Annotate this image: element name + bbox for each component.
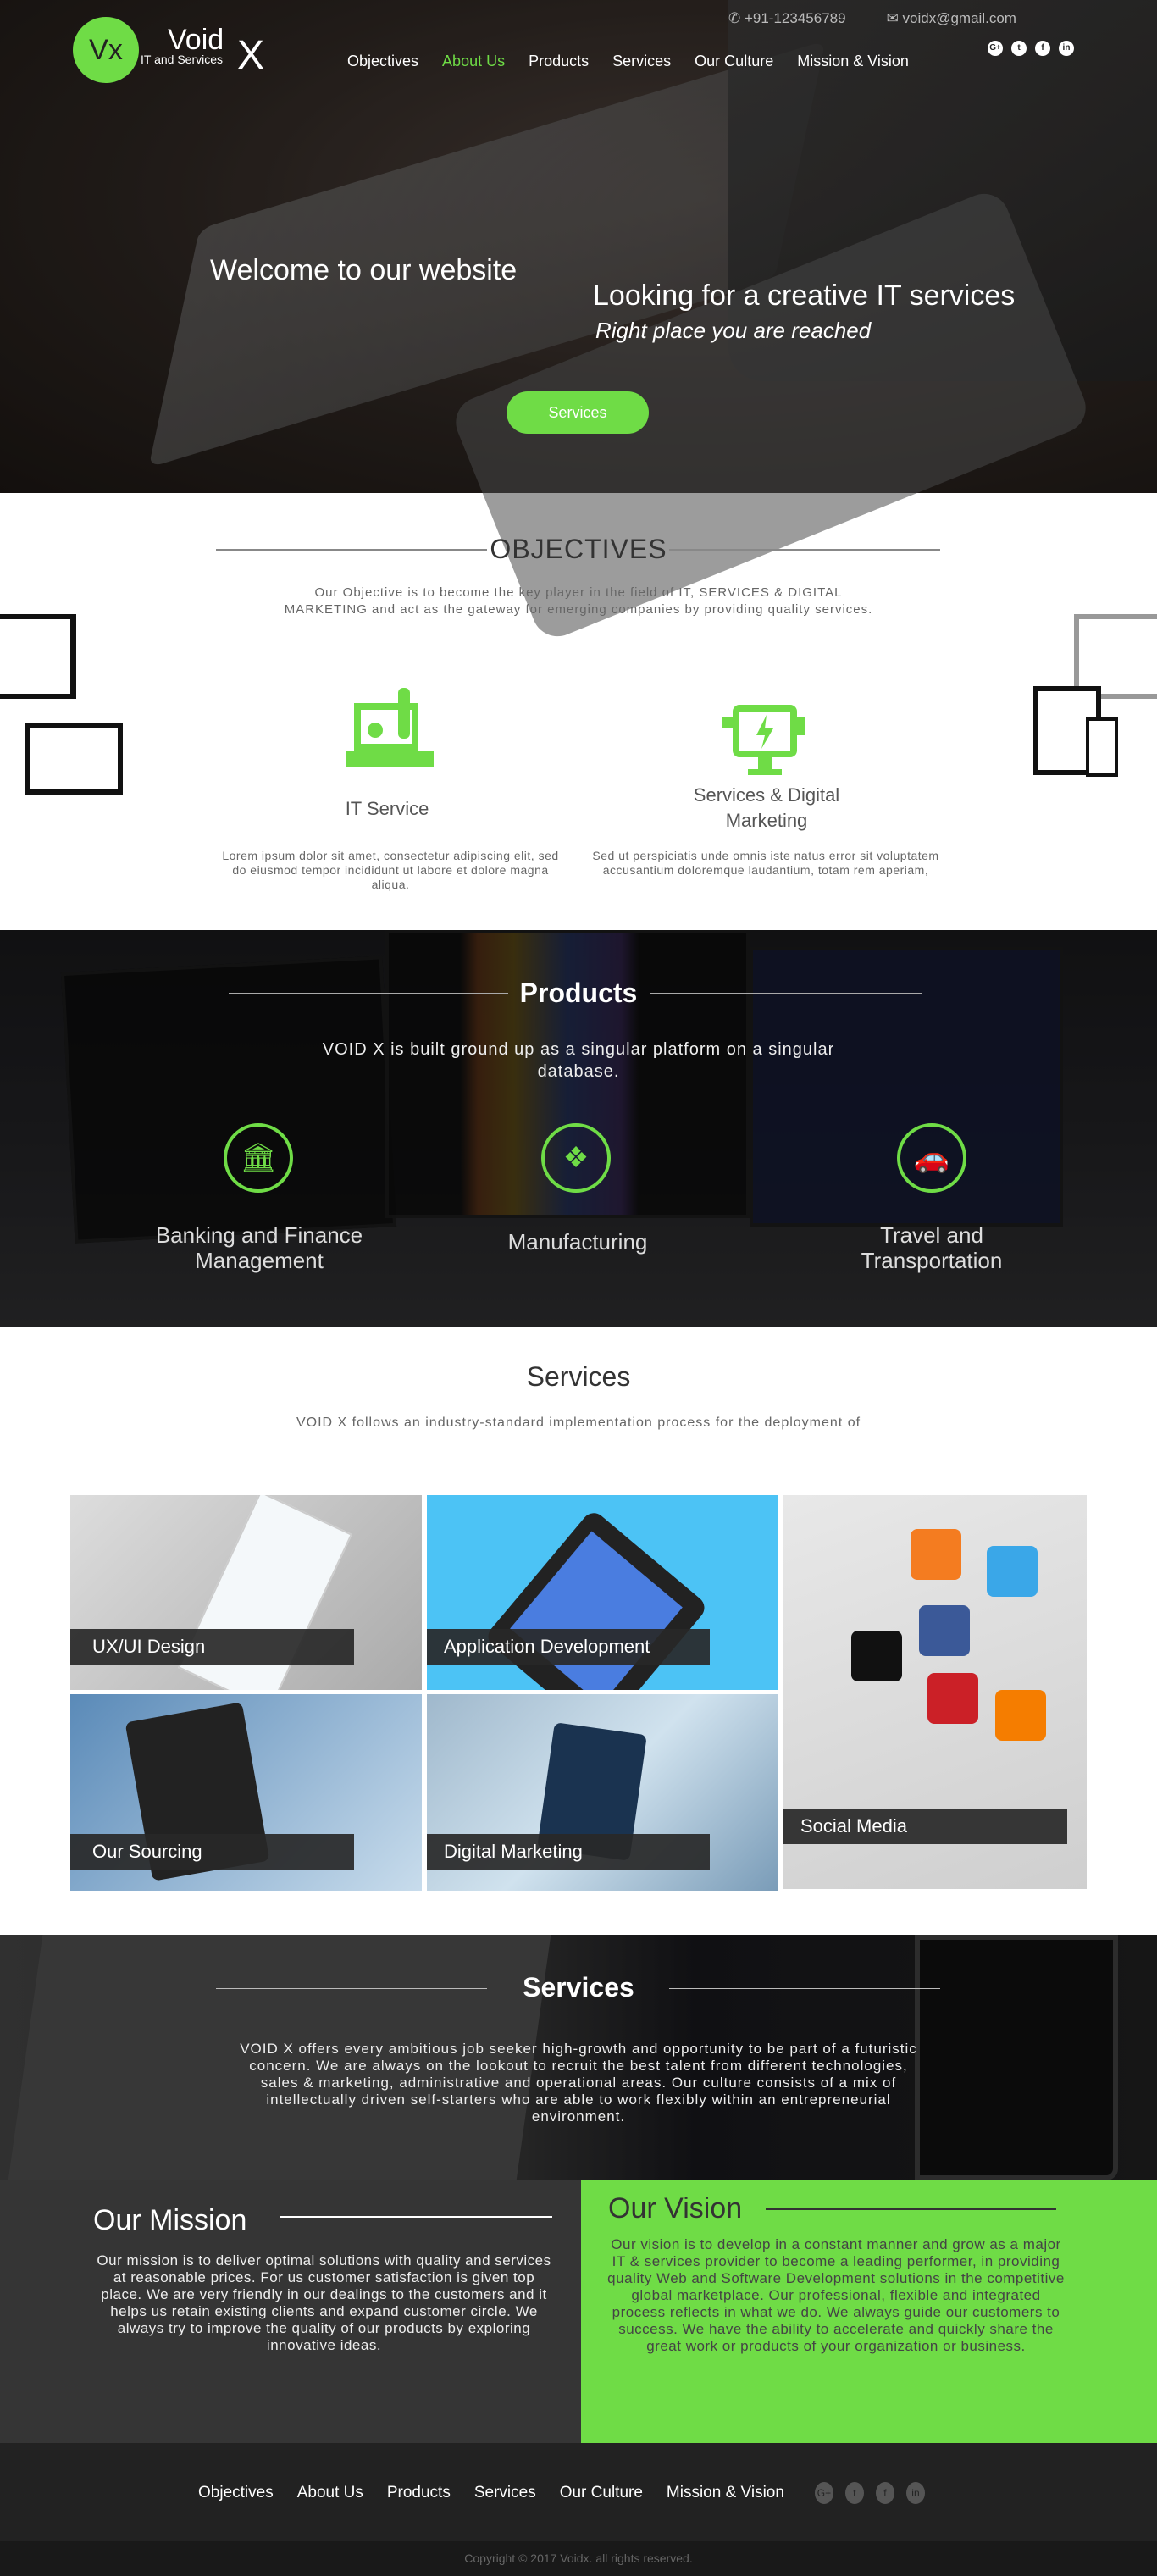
phone-icon: ✆	[728, 10, 745, 26]
footer-nav-about-us[interactable]: About Us	[297, 2484, 363, 2502]
logo-x: X	[237, 33, 265, 78]
nav-our-culture[interactable]: Our Culture	[695, 53, 773, 70]
service-tile-digital-marketing[interactable]: Digital Marketing	[427, 1694, 778, 1891]
nav-about-us[interactable]: About Us	[442, 53, 505, 70]
bank-icon: 🏛	[224, 1123, 293, 1193]
car-icon: 🚗	[897, 1123, 966, 1193]
footer-nav-services[interactable]: Services	[474, 2484, 536, 2502]
linkedin-icon[interactable]: in	[1059, 41, 1074, 56]
cubes-icon: ❖	[541, 1123, 611, 1193]
nav-objectives[interactable]: Objectives	[347, 53, 418, 70]
products-title: Products	[519, 978, 638, 1008]
mission-text: Our mission is to deliver optimal soluti…	[97, 2252, 551, 2353]
product-travel-transportation[interactable]: Travel and Transportation	[796, 1222, 1067, 1273]
services-section: Services VOID X follows an industry-stan…	[0, 1327, 1157, 1935]
twitter-icon[interactable]: t	[1011, 41, 1027, 56]
mission-title: Our Mission	[93, 2204, 247, 2236]
culture-heading: Services	[0, 1972, 1157, 2003]
tablet-phone-device-image	[1033, 614, 1157, 784]
mail-icon: ✉	[886, 10, 903, 26]
vision-divider	[766, 2208, 1056, 2210]
objective-title-it-service: IT Service	[345, 798, 429, 819]
service-tile-our-sourcing[interactable]: Our Sourcing	[70, 1694, 422, 1891]
objectives-intro: Our Objective is to become the key playe…	[284, 585, 873, 617]
services-title: Services	[526, 1361, 631, 1392]
products-heading: Products	[0, 978, 1157, 1009]
desktop-device-image	[0, 614, 123, 795]
product-banking-finance[interactable]: Banking and Finance Management	[124, 1222, 395, 1273]
products-section: Products VOID X is built ground up as a …	[0, 930, 1157, 1327]
objective-title-digital-marketing: Services & Digital Marketing	[693, 784, 840, 831]
monitor-cart-mail-icon	[722, 705, 807, 777]
vision-text: Our vision is to develop in a constant m…	[607, 2236, 1065, 2354]
footer-nav-our-culture[interactable]: Our Culture	[560, 2484, 643, 2502]
services-heading: Services	[0, 1361, 1157, 1393]
footer: Objectives About Us Products Services Ou…	[0, 2443, 1157, 2541]
contact-bar: ✆ +91-123456789 ✉ voidx@gmail.com	[728, 10, 1016, 27]
nav-products[interactable]: Products	[529, 53, 589, 70]
linkedin-icon[interactable]: in	[905, 2482, 925, 2504]
footer-nav-products[interactable]: Products	[387, 2484, 451, 2502]
objective-text-digital-marketing: Sed ut perspiciatis unde omnis iste natu…	[592, 849, 939, 877]
nav-mission-vision[interactable]: Mission & Vision	[797, 53, 909, 70]
hero-headline: Looking for a creative IT services	[593, 280, 1016, 312]
hero-services-button[interactable]: Services	[507, 391, 649, 434]
facebook-icon[interactable]: f	[1035, 41, 1050, 56]
phone: ✆ +91-123456789	[728, 10, 846, 26]
main-nav: Objectives About Us Products Services Ou…	[347, 53, 909, 70]
products-intro: VOID X is built ground up as a singular …	[322, 1040, 835, 1081]
culture-text: VOID X offers every ambitious job seeker…	[240, 2041, 917, 2125]
service-tile-app-development[interactable]: Application Development	[427, 1495, 778, 1690]
header-socials: G+ t f in	[988, 41, 1074, 56]
google-plus-icon[interactable]: G+	[814, 2482, 833, 2504]
laptop-wrench-icon	[346, 688, 434, 769]
service-tile-social-media[interactable]: Social Media	[783, 1495, 1087, 1889]
email[interactable]: ✉ voidx@gmail.com	[887, 10, 1016, 27]
service-tile-ux-ui[interactable]: UX/UI Design	[70, 1495, 422, 1690]
vision-title: Our Vision	[608, 2192, 743, 2224]
product-manufacturing[interactable]: Manufacturing	[442, 1229, 713, 1255]
culture-section: Services VOID X offers every ambitious j…	[0, 1935, 1157, 2180]
objective-text-it-service: Lorem ipsum dolor sit amet, consectetur …	[222, 849, 559, 891]
hero-welcome: Welcome to our website	[210, 254, 518, 286]
objectives-title: OBJECTIVES	[490, 534, 667, 564]
culture-title: Services	[523, 1972, 634, 2003]
copyright: Copyright © 2017 Voidx. all rights reser…	[0, 2541, 1157, 2576]
hero-section: Vx Void IT and Services X ✆ +91-12345678…	[0, 0, 1157, 645]
twitter-icon[interactable]: t	[844, 2482, 864, 2504]
mission-divider	[280, 2216, 552, 2218]
footer-nav-objectives[interactable]: Objectives	[198, 2484, 274, 2502]
footer-nav-mission-vision[interactable]: Mission & Vision	[667, 2484, 784, 2502]
logo-mark: Vx	[73, 17, 139, 83]
objectives-section: OBJECTIVES Our Objective is to become th…	[0, 493, 1157, 930]
footer-nav: Objectives About Us Products Services Ou…	[198, 2482, 925, 2504]
nav-services[interactable]: Services	[612, 53, 671, 70]
google-plus-icon[interactable]: G+	[988, 41, 1003, 56]
logo-tagline: IT and Services	[141, 53, 224, 66]
services-intro: VOID X follows an industry-standard impl…	[296, 1415, 861, 1430]
facebook-icon[interactable]: f	[875, 2482, 894, 2504]
vision-panel: Our Vision Our vision is to develop in a…	[581, 2180, 1157, 2443]
objectives-heading: OBJECTIVES	[0, 534, 1157, 565]
hero-subheadline: Right place you are reached	[595, 318, 872, 343]
mission-panel: Our Mission Our mission is to deliver op…	[0, 2180, 581, 2443]
